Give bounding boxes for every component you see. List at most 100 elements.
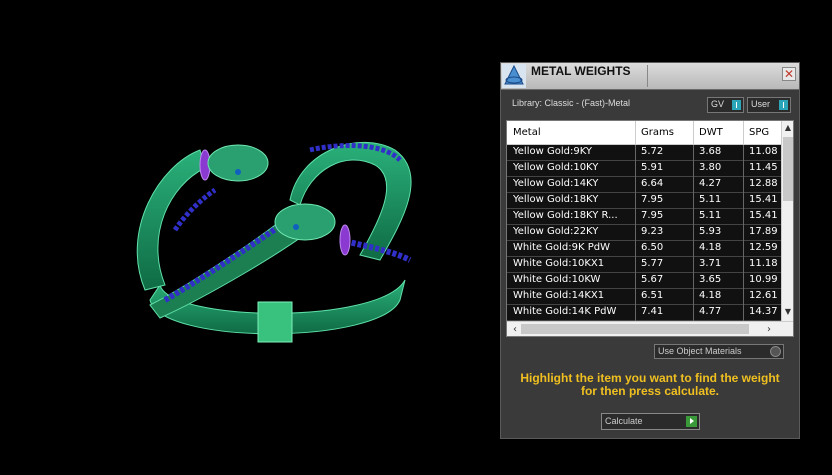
cell-metal: White Gold:10KX1: [513, 258, 605, 269]
instruction-line: for then press calculate.: [580, 384, 720, 398]
column-header-metal[interactable]: Metal: [513, 127, 541, 138]
toggle-switch-icon: [732, 100, 741, 110]
cell-dwt: 3.80: [699, 162, 722, 173]
user-toggle[interactable]: User: [747, 97, 791, 113]
column-divider: [693, 273, 694, 289]
gv-toggle-label: GV: [711, 99, 725, 109]
column-divider: [693, 209, 694, 225]
scroll-thumb[interactable]: [521, 324, 749, 334]
column-divider: [693, 289, 694, 305]
cell-grams: 5.77: [641, 258, 664, 269]
column-divider: [635, 225, 636, 241]
radio-icon: [770, 346, 781, 357]
table-row[interactable]: White Gold:14KX1 6.51 4.18 12.61: [507, 289, 781, 305]
column-divider: [743, 257, 744, 273]
use-object-materials-toggle[interactable]: Use Object Materials: [654, 344, 784, 359]
column-divider: [743, 241, 744, 257]
column-divider: [743, 225, 744, 241]
cell-metal: Yellow Gold:10KY: [513, 162, 599, 173]
cell-grams: 6.64: [641, 178, 664, 189]
shank-plate: [257, 301, 293, 343]
table-header: Metal Grams DWT SPG: [507, 121, 781, 145]
cell-grams: 7.95: [641, 194, 664, 205]
column-divider: [743, 161, 744, 177]
window-title: METAL WEIGHTS: [531, 64, 631, 78]
column-divider: [635, 145, 636, 161]
metal-weights-panel: METAL WEIGHTS ✕ Library: Classic - (Fast…: [500, 62, 800, 439]
cell-metal: Yellow Gold:9KY: [513, 146, 592, 157]
column-header-dwt[interactable]: DWT: [699, 127, 723, 138]
column-divider: [635, 193, 636, 209]
column-divider: [693, 257, 694, 273]
cell-spg: 11.08: [749, 146, 778, 157]
column-divider: [635, 209, 636, 225]
cell-spg: 15.41: [749, 210, 778, 221]
column-divider: [743, 121, 744, 144]
calculate-button[interactable]: Calculate: [601, 413, 700, 430]
table-row[interactable]: Yellow Gold:9KY 5.72 3.68 11.08: [507, 145, 781, 161]
cell-dwt: 4.27: [699, 178, 722, 189]
calculate-label: Calculate: [605, 416, 643, 426]
cell-dwt: 4.18: [699, 242, 722, 253]
cell-metal: Yellow Gold:18KY: [513, 194, 599, 205]
cell-dwt: 3.65: [699, 274, 722, 285]
cell-dwt: 4.77: [699, 306, 722, 317]
cell-grams: 5.67: [641, 274, 664, 285]
cell-metal: Yellow Gold:22KY: [513, 226, 599, 237]
library-label: Library: Classic - (Fast)-Metal: [512, 98, 631, 108]
table-row[interactable]: Yellow Gold:18KY R... 7.95 5.11 15.41: [507, 209, 781, 225]
table-body: Yellow Gold:9KY 5.72 3.68 11.08 Yellow G…: [507, 145, 781, 321]
column-divider: [743, 273, 744, 289]
scroll-down-icon[interactable]: ▼: [782, 307, 793, 316]
column-header-spg[interactable]: SPG: [749, 127, 769, 138]
column-divider: [743, 209, 744, 225]
cell-dwt: 5.11: [699, 210, 722, 221]
table-row[interactable]: Yellow Gold:14KY 6.64 4.27 12.88: [507, 177, 781, 193]
cell-dwt: 5.93: [699, 226, 722, 237]
cell-dwt: 5.11: [699, 194, 722, 205]
metal-table[interactable]: Metal Grams DWT SPG Yellow Gold:9KY 5.72…: [506, 120, 794, 337]
cell-grams: 7.95: [641, 210, 664, 221]
cell-spg: 10.99: [749, 274, 778, 285]
close-icon[interactable]: ✕: [782, 67, 796, 81]
table-row[interactable]: White Gold:9K PdW 6.50 4.18 12.59: [507, 241, 781, 257]
column-divider: [635, 121, 636, 144]
scroll-right-icon[interactable]: ›: [763, 324, 775, 335]
column-header-grams[interactable]: Grams: [641, 127, 674, 138]
cell-spg: 17.89: [749, 226, 778, 237]
title-bar[interactable]: METAL WEIGHTS ✕: [501, 63, 799, 90]
table-row[interactable]: Yellow Gold:10KY 5.91 3.80 11.45: [507, 161, 781, 177]
cell-spg: 12.59: [749, 242, 778, 253]
table-row[interactable]: Yellow Gold:18KY 7.95 5.11 15.41: [507, 193, 781, 209]
table-row[interactable]: White Gold:14K PdW 7.41 4.77 14.37: [507, 305, 781, 321]
column-divider: [635, 289, 636, 305]
table-row[interactable]: White Gold:10KW 5.67 3.65 10.99: [507, 273, 781, 289]
scroll-left-icon[interactable]: ‹: [509, 324, 521, 335]
scroll-up-icon[interactable]: ▲: [782, 123, 793, 132]
cell-dwt: 3.68: [699, 146, 722, 157]
instruction-message: Highlight the item you want to find the …: [501, 372, 799, 398]
column-divider: [693, 193, 694, 209]
cell-spg: 12.88: [749, 178, 778, 189]
cell-grams: 5.91: [641, 162, 664, 173]
toggle-switch-icon: [779, 100, 788, 110]
cell-dwt: 3.71: [699, 258, 722, 269]
rhino-logo-icon: [502, 64, 526, 88]
vertical-scrollbar[interactable]: ▲ ▼: [781, 121, 793, 321]
cell-grams: 6.50: [641, 242, 664, 253]
column-divider: [635, 161, 636, 177]
horizontal-scrollbar[interactable]: ‹ ›: [507, 321, 793, 336]
gv-toggle[interactable]: GV: [707, 97, 744, 113]
table-row[interactable]: Yellow Gold:22KY 9.23 5.93 17.89: [507, 225, 781, 241]
column-divider: [743, 145, 744, 161]
cell-spg: 14.37: [749, 306, 778, 317]
cell-grams: 9.23: [641, 226, 664, 237]
cell-metal: White Gold:14KX1: [513, 290, 605, 301]
table-row[interactable]: White Gold:10KX1 5.77 3.71 11.18: [507, 257, 781, 273]
column-divider: [693, 177, 694, 193]
scroll-thumb[interactable]: [783, 137, 793, 201]
column-divider: [693, 161, 694, 177]
snake-head-lower: [274, 203, 336, 241]
snake-head-upper: [207, 144, 269, 182]
cell-metal: White Gold:10KW: [513, 274, 601, 285]
